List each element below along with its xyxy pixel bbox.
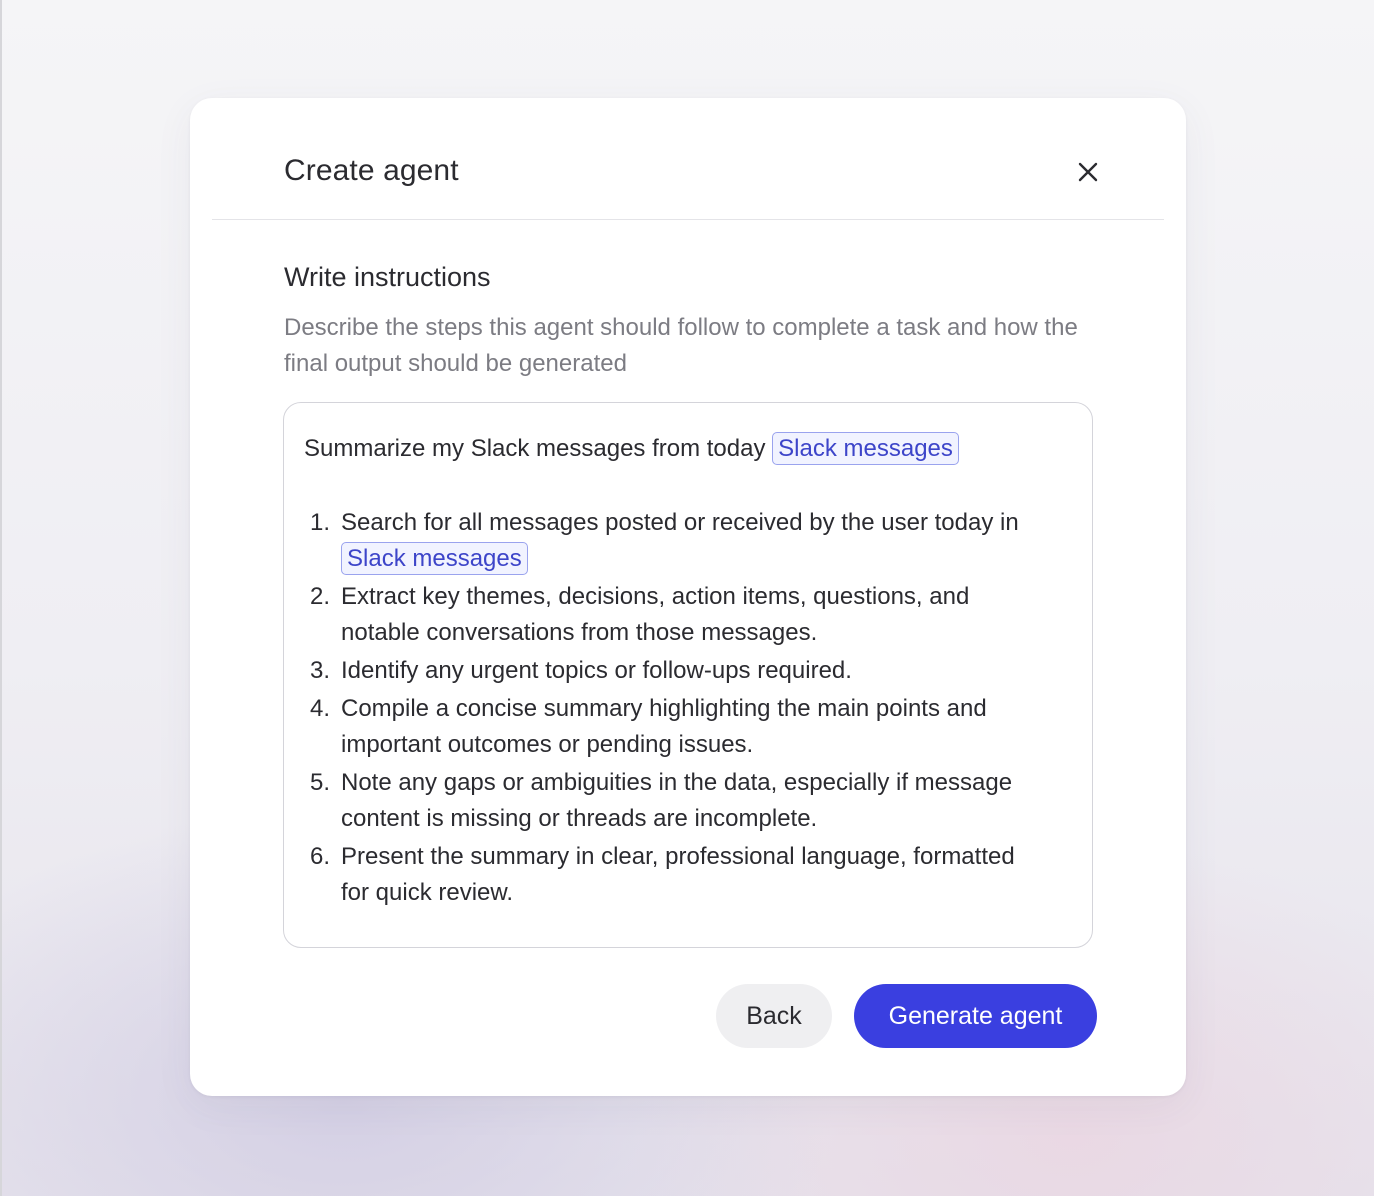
step-text: Compile a concise summary highlighting t… [341,695,987,758]
dialog-title: Create agent [284,154,459,187]
slack-messages-chip[interactable]: Slack messages [772,432,959,465]
create-agent-dialog: Create agent Write instructions Describe… [190,98,1186,1096]
instructions-editor[interactable]: Summarize my Slack messages from today S… [283,402,1093,948]
dialog-header: Create agent [190,98,1186,220]
step-item: 4. Compile a concise summary highlightin… [304,691,1074,763]
step-number: 5. [310,769,331,796]
generate-agent-button[interactable]: Generate agent [854,984,1097,1048]
step-text: Search for all messages posted or receiv… [341,505,1074,577]
step-number: 4. [310,695,331,722]
step-text: Note any gaps or ambiguities in the data… [341,769,1013,832]
header-divider [212,219,1164,220]
back-button[interactable]: Back [716,984,832,1048]
step-item: 1. Search for all messages posted or rec… [304,505,1074,577]
close-icon [1078,162,1098,182]
close-button[interactable] [1070,154,1106,190]
step-text: Present the summary in clear, profession… [341,843,1015,906]
instruction-steps: 1. Search for all messages posted or rec… [304,505,1074,911]
step-item: 6. Present the summary in clear, profess… [304,839,1074,911]
section-title: Write instructions [284,262,491,292]
step-text-before: Search for all messages posted or receiv… [341,509,1019,536]
section-description: Describe the steps this agent should fol… [284,314,1078,377]
slack-messages-chip[interactable]: Slack messages [341,542,528,575]
step-number: 1. [310,509,331,536]
step-number: 6. [310,843,331,870]
step-number: 3. [310,657,331,684]
intro-text: Summarize my Slack messages from today [304,435,766,462]
step-item: 2. Extract key themes, decisions, action… [304,579,1074,651]
window-edge [0,0,2,1196]
step-item: 3. Identify any urgent topics or follow-… [304,653,1074,689]
instructions-intro: Summarize my Slack messages from today S… [304,431,1074,467]
step-text: Extract key themes, decisions, action it… [341,583,970,646]
step-text: Identify any urgent topics or follow-ups… [341,657,852,684]
step-number: 2. [310,583,331,610]
step-item: 5. Note any gaps or ambiguities in the d… [304,765,1074,837]
